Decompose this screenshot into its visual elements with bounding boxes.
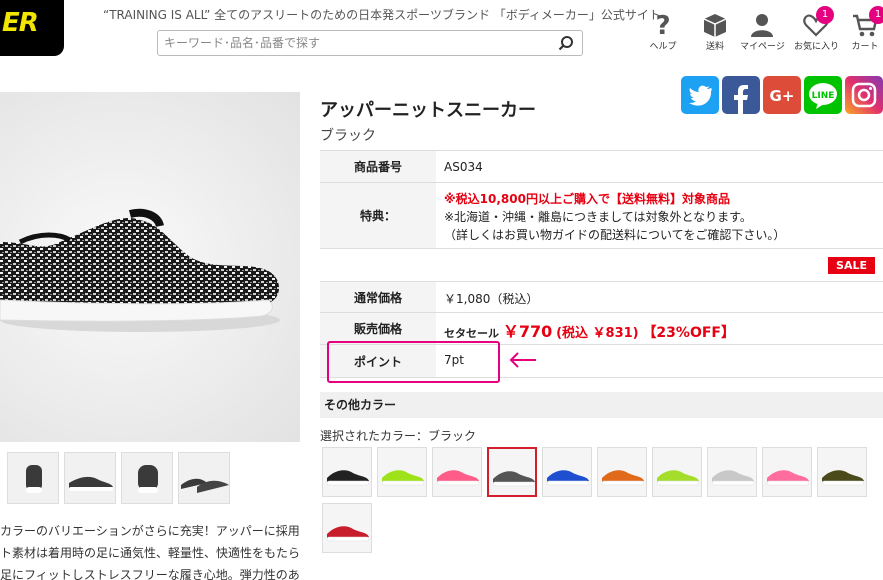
swatch-sneaker-image <box>436 470 480 486</box>
user-icon <box>751 14 773 37</box>
color-swatch-lime[interactable] <box>377 447 427 497</box>
line-share-button[interactable]: LINE <box>804 76 842 114</box>
sale-price-value: セタセール ￥770 (税込 ￥831) 【23%OFF】 <box>444 318 735 342</box>
thumbnail-sneaker-back <box>26 465 42 493</box>
nav-cart-label: カート <box>851 42 879 52</box>
color-swatch-black-white[interactable] <box>322 447 372 497</box>
sale-name: セタセール <box>444 327 499 340</box>
facebook-icon <box>734 85 748 114</box>
other-colors-heading: その他カラー <box>320 392 883 418</box>
nav-help[interactable]: ? ヘルプ <box>641 12 685 56</box>
color-swatch-pink[interactable] <box>432 447 482 497</box>
thumbnail-1[interactable] <box>7 452 59 504</box>
description-line: 足にフィットしストレスフリーな履き心地。弾力性のあ <box>0 568 300 580</box>
spec-row-sale: SALE <box>320 249 883 282</box>
search-icon[interactable] <box>558 35 574 51</box>
twitter-icon <box>689 85 712 106</box>
arrow-left-icon <box>509 352 536 368</box>
free-shipping-note: ※税込10,800円以上ご購入で【送料無料】対象商品 <box>444 192 730 206</box>
product-spec-table: 商品番号 AS034 特典： ※税込10,800円以上ご購入で【送料無料】対象商… <box>320 150 883 378</box>
cart-count-badge: 1 <box>869 6 883 24</box>
thumbnail-2[interactable] <box>64 452 116 504</box>
thumbnail-3[interactable] <box>121 452 173 504</box>
description-line: ト素材は着用時の足に通気性、軽量性、快適性をもたら <box>0 546 300 560</box>
swatch-sneaker-image <box>492 471 535 487</box>
swatch-sneaker-image <box>821 470 865 486</box>
color-swatch-pink-knit[interactable] <box>762 447 812 497</box>
description-line: カラーのバリエーションがさらに充実！アッパーに採用 <box>0 524 300 538</box>
spec-row-regular-price: 通常価格 ￥1,080（税込） <box>320 282 883 313</box>
nav-shipping[interactable]: 送料 <box>693 12 737 56</box>
nav-mypage-label: マイページ <box>740 42 785 52</box>
product-description: カラーのバリエーションがさらに充実！アッパーに採用 ト素材は着用時の足に通気性、… <box>0 520 300 580</box>
regular-price-value: ￥1,080（税込） <box>444 292 539 306</box>
search-input[interactable] <box>164 34 544 52</box>
sale-badge: SALE <box>828 257 875 274</box>
spec-code-value: AS034 <box>444 160 483 174</box>
google-plus-share-button[interactable]: G+ <box>763 76 801 114</box>
instagram-share-button[interactable] <box>845 76 883 114</box>
color-swatch-black-knit[interactable] <box>487 447 537 497</box>
exclusion-note: ※北海道・沖縄・離島につきましては対象外となります。 <box>444 210 752 224</box>
help-icon: ? <box>655 12 670 38</box>
svg-text:G+: G+ <box>770 87 795 105</box>
line-icon: LINE <box>809 83 837 109</box>
color-swatch-red[interactable] <box>322 503 372 553</box>
instagram-icon <box>851 82 877 108</box>
swatch-sneaker-image <box>546 470 590 486</box>
svg-text:LINE: LINE <box>812 91 835 101</box>
thumbnail-4[interactable] <box>178 452 230 504</box>
spec-perk-label: 特典： <box>320 183 436 248</box>
brand-logo-text: ER <box>2 8 39 38</box>
nav-help-label: ヘルプ <box>649 42 677 52</box>
twitter-share-button[interactable] <box>681 76 719 114</box>
shipping-guide-note: （詳しくはお買い物ガイドの配送料についてをご確認下さい。） <box>444 228 786 242</box>
thumbnail-sneaker-front <box>138 465 158 493</box>
thumbnail-sneaker-side <box>69 476 113 491</box>
color-swatch-lime-knit[interactable] <box>652 447 702 497</box>
swatch-sneaker-image <box>766 470 810 486</box>
selected-color-text: 選択されたカラー：ブラック <box>320 429 477 443</box>
nav-favorites-label: お気に入り <box>794 42 840 52</box>
color-swatch-blue[interactable] <box>542 447 592 497</box>
swatch-sneaker-image <box>711 470 755 486</box>
site-tagline: “TRAINING IS ALL” 全てのアスリートのための日本発スポーツブラン… <box>103 8 661 22</box>
spec-row-code: 商品番号 AS034 <box>320 151 883 183</box>
swatch-sneaker-image <box>381 470 425 486</box>
product-color-name: ブラック <box>320 128 376 144</box>
nav-mypage[interactable]: マイページ <box>740 12 785 56</box>
swatch-sneaker-image <box>326 526 370 542</box>
site-header: ER “TRAINING IS ALL” 全てのアスリートのための日本発スポーツ… <box>0 0 883 64</box>
nav-favorites[interactable]: お気に入り 1 <box>794 6 840 56</box>
facebook-share-button[interactable] <box>722 76 760 114</box>
favorites-count-badge: 1 <box>816 6 834 24</box>
svg-text:?: ? <box>655 12 670 38</box>
thumbnail-sneaker-pair <box>181 478 229 493</box>
color-swatch-orange[interactable] <box>597 447 647 497</box>
google-plus-icon: G+ <box>770 87 795 105</box>
sale-price-tax: (税込 ￥831) <box>556 326 639 341</box>
shipping-box-icon <box>703 14 727 37</box>
sale-price-amount: ￥770 <box>502 322 553 341</box>
nav-shipping-label: 送料 <box>705 42 724 52</box>
swatch-sneaker-image <box>326 470 370 486</box>
spec-code-label: 商品番号 <box>320 151 436 182</box>
product-title: アッパーニットスニーカー <box>320 100 536 121</box>
regular-price-label: 通常価格 <box>320 282 436 312</box>
swatch-sneaker-image <box>601 470 645 486</box>
nav-cart[interactable]: カート 1 <box>843 6 883 56</box>
color-swatch-olive[interactable] <box>817 447 867 497</box>
search-box <box>157 30 583 56</box>
points-highlight-box <box>327 341 500 383</box>
color-swatch-grey[interactable] <box>707 447 757 497</box>
spec-perk-value: ※税込10,800円以上ご購入で【送料無料】対象商品 ※北海道・沖縄・離島につき… <box>444 190 785 244</box>
product-main-image[interactable] <box>0 92 300 442</box>
annotation-arrow <box>508 350 538 374</box>
brand-logo[interactable]: ER <box>0 0 64 56</box>
discount-percent: 【23%OFF】 <box>642 325 735 341</box>
spec-row-perk: 特典： ※税込10,800円以上ご購入で【送料無料】対象商品 ※北海道・沖縄・離… <box>320 183 883 249</box>
sale-price-label: 販売価格 <box>320 313 436 344</box>
sneaker-image <box>0 208 280 332</box>
swatch-sneaker-image <box>656 470 700 486</box>
